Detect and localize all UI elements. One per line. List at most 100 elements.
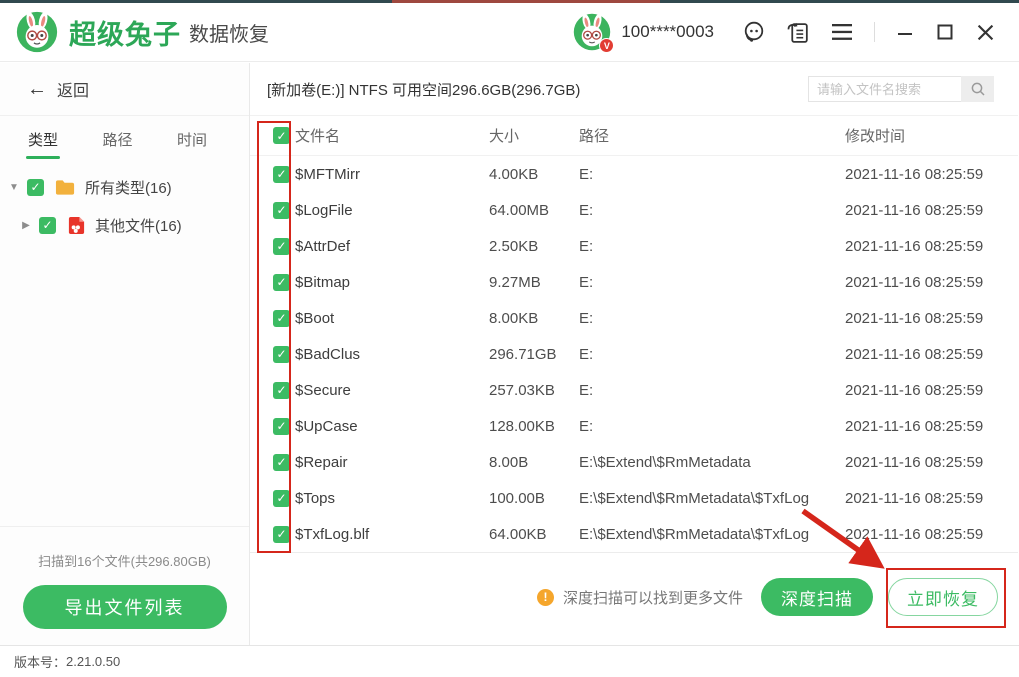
file-size: 128.00KB (489, 417, 555, 435)
window-top-edge (0, 0, 1019, 3)
back-button[interactable]: ← 返回 (0, 63, 249, 116)
file-modified: 2021-11-16 08:25:59 (845, 417, 984, 435)
file-modified: 2021-11-16 08:25:59 (845, 237, 984, 255)
tab-type[interactable]: 类型 (25, 116, 61, 162)
tree-item-all-types[interactable]: ▼ ✓ 所有类型(16) (0, 168, 249, 206)
table-row[interactable]: ✓ $BadClus 296.71GB E: 2021-11-16 08:25:… (250, 336, 1018, 372)
file-modified: 2021-11-16 08:25:59 (845, 489, 984, 507)
row-checkbox[interactable]: ✓ (273, 345, 290, 363)
feedback-icon[interactable] (785, 19, 811, 45)
row-checkbox[interactable]: ✓ (273, 489, 290, 507)
header-file-size: 大小 (489, 128, 520, 145)
tree-item-label: 其他文件(16) (95, 217, 182, 235)
version-bar: 版本号： 2.21.0.50 (0, 645, 1019, 677)
file-size: 64.00KB (489, 525, 547, 543)
row-checkbox[interactable]: ✓ (273, 237, 290, 255)
file-modified: 2021-11-16 08:25:59 (845, 309, 984, 327)
file-name: $Boot (295, 309, 335, 327)
top-edge-red-artifact (392, 0, 660, 3)
row-checkbox[interactable]: ✓ (273, 453, 290, 471)
file-modified: 2021-11-16 08:25:59 (845, 453, 984, 471)
tab-type-label: 类型 (28, 131, 59, 149)
file-path: E: (579, 381, 594, 399)
header-modified-time: 修改时间 (845, 128, 906, 145)
recover-now-button[interactable]: 立即恢复 (888, 578, 998, 616)
table-row[interactable]: ✓ $TxfLog.blf 64.00KB E:\$Extend\$RmMeta… (250, 516, 1018, 552)
file-size: 257.03KB (489, 381, 555, 399)
file-size: 100.00B (489, 489, 545, 507)
file-name: $Bitmap (295, 273, 351, 291)
account-id[interactable]: 100****0003 (621, 22, 714, 42)
row-checkbox[interactable]: ✓ (273, 165, 290, 183)
app-logo-rabbit-icon (16, 11, 58, 53)
file-size: 8.00B (489, 453, 529, 471)
file-name: $TxfLog.blf (295, 525, 370, 543)
tree-checkbox[interactable]: ✓ (27, 178, 44, 196)
table-row[interactable]: ✓ $Boot 8.00KB E: 2021-11-16 08:25:59 (250, 300, 1018, 336)
row-checkbox[interactable]: ✓ (273, 525, 290, 543)
scan-summary: 扫描到16个文件(共296.80GB) (38, 554, 211, 569)
row-checkbox[interactable]: ✓ (273, 381, 290, 399)
search-input[interactable] (808, 76, 961, 102)
tree-item-label: 所有类型(16) (85, 179, 172, 197)
file-size: 296.71GB (489, 345, 557, 363)
main-pane: [新加卷(E:)] NTFS 可用空间296.6GB(296.7GB) ✓ 文件… (250, 63, 1018, 645)
header-file-path: 路径 (579, 128, 610, 145)
table-row[interactable]: ✓ $Secure 257.03KB E: 2021-11-16 08:25:5… (250, 372, 1018, 408)
row-checkbox[interactable]: ✓ (273, 273, 290, 291)
vip-badge: V (599, 38, 615, 53)
file-name: $Tops (295, 489, 336, 507)
file-path: E: (579, 273, 594, 291)
table-row[interactable]: ✓ $MFTMirr 4.00KB E: 2021-11-16 08:25:59 (250, 156, 1018, 192)
folder-icon (55, 180, 75, 195)
table-row[interactable]: ✓ $AttrDef 2.50KB E: 2021-11-16 08:25:59 (250, 228, 1018, 264)
file-path: E:\$Extend\$RmMetadata\$TxfLog (579, 525, 810, 543)
volume-toolbar: [新加卷(E:)] NTFS 可用空间296.6GB(296.7GB) (250, 63, 1018, 116)
file-name: $Repair (295, 453, 348, 471)
file-path: E: (579, 417, 594, 435)
search-icon (971, 82, 985, 96)
file-modified: 2021-11-16 08:25:59 (845, 345, 984, 363)
expand-expander-icon[interactable]: ▶ (19, 220, 33, 231)
customer-service-icon[interactable] (741, 19, 767, 45)
table-row[interactable]: ✓ $UpCase 128.00KB E: 2021-11-16 08:25:5… (250, 408, 1018, 444)
tab-time-label: 时间 (176, 131, 207, 149)
close-button[interactable] (972, 19, 998, 45)
file-type-tree: ▼ ✓ 所有类型(16) ▶ ✓ 其他文件(16) (0, 162, 249, 244)
file-name: $AttrDef (295, 237, 351, 255)
tab-path-label: 路径 (102, 131, 133, 149)
sidebar: ← 返回 类型 路径 时间 ▼ ✓ 所有类型(16) ▶ ✓ 其他文件(16) … (0, 63, 250, 645)
action-bar: ! 深度扫描可以找到更多文件 深度扫描 立即恢复 (250, 553, 1018, 641)
menu-icon[interactable] (829, 19, 855, 45)
app-window: 超级兔子 数据恢复 V 100****0003 ← 返回 类型 路径 时间 ▼ … (0, 0, 1019, 677)
warning-icon: ! (536, 588, 554, 606)
user-avatar[interactable]: V (573, 12, 615, 53)
maximize-button[interactable] (932, 19, 958, 45)
row-checkbox[interactable]: ✓ (273, 417, 290, 435)
row-checkbox[interactable]: ✓ (273, 201, 290, 219)
select-all-checkbox[interactable]: ✓ (273, 127, 290, 144)
table-row[interactable]: ✓ $Bitmap 9.27MB E: 2021-11-16 08:25:59 (250, 264, 1018, 300)
table-row[interactable]: ✓ $LogFile 64.00MB E: 2021-11-16 08:25:5… (250, 192, 1018, 228)
export-file-list-button[interactable]: 导出文件列表 (22, 585, 227, 629)
row-checkbox[interactable]: ✓ (273, 309, 290, 327)
file-size: 8.00KB (489, 309, 539, 327)
back-arrow-icon: ← (27, 78, 47, 100)
tab-time[interactable]: 时间 (177, 116, 207, 162)
search-button[interactable] (961, 76, 994, 102)
file-size: 9.27MB (489, 273, 541, 291)
table-row[interactable]: ✓ $Repair 8.00B E:\$Extend\$RmMetadata 2… (250, 444, 1018, 480)
file-name: $LogFile (295, 201, 353, 219)
minimize-button[interactable] (892, 19, 918, 45)
table-row[interactable]: ✓ $Tops 100.00B E:\$Extend\$RmMetadata\$… (250, 480, 1018, 516)
version-number: 2.21.0.50 (66, 654, 121, 669)
collapse-expander-icon[interactable]: ▼ (7, 182, 21, 193)
sidebar-tabs: 类型 路径 时间 (0, 116, 249, 162)
tree-checkbox[interactable]: ✓ (39, 216, 56, 234)
titlebar-divider (874, 22, 875, 42)
header-file-name: 文件名 (295, 128, 341, 145)
deep-scan-button[interactable]: 深度扫描 (761, 578, 873, 616)
tab-path[interactable]: 路径 (102, 116, 132, 162)
file-modified: 2021-11-16 08:25:59 (845, 525, 984, 543)
tree-item-other-files[interactable]: ▶ ✓ 其他文件(16) (0, 206, 249, 244)
